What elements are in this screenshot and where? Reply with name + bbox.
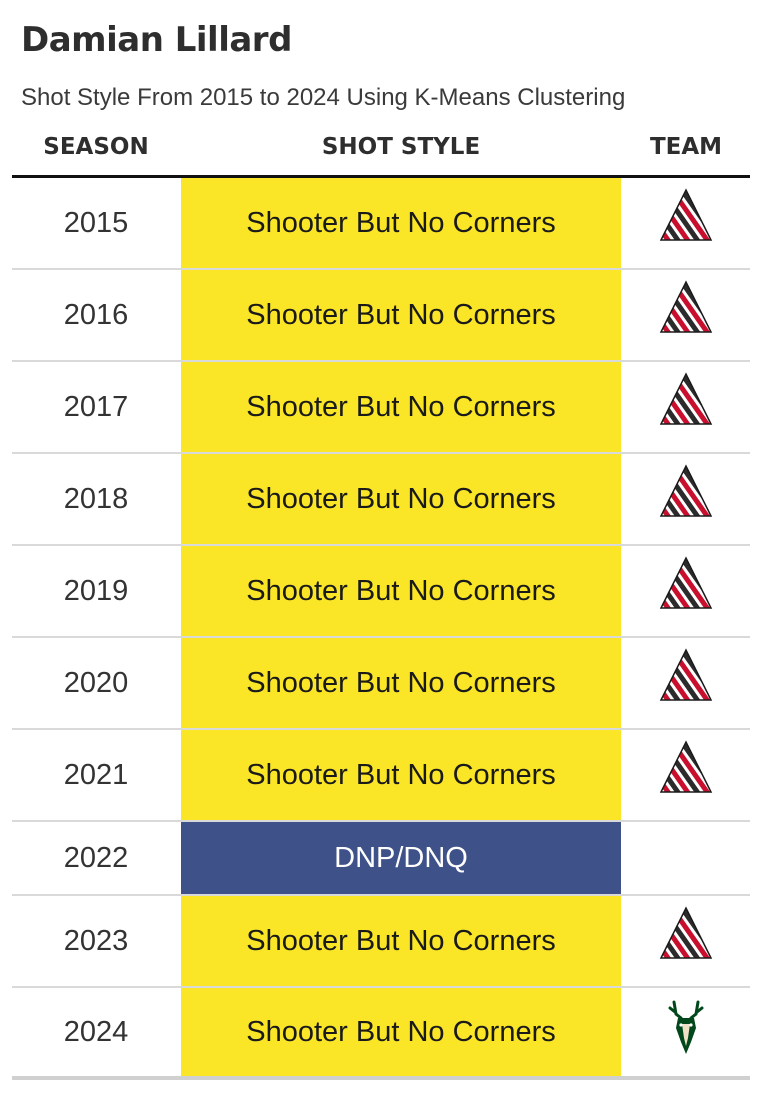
bucks-logo-icon: [668, 1000, 704, 1054]
trail-blazers-logo-icon: [659, 906, 713, 959]
page-title: Damian Lillard: [21, 20, 292, 60]
trail-blazers-logo-icon: [659, 648, 713, 701]
shot-style-cell: Shooter But No Corners: [181, 362, 621, 452]
trail-blazers-logo-icon: [659, 188, 713, 241]
trail-blazers-logo-icon: [659, 740, 713, 793]
team-cell: [622, 178, 750, 268]
shot-style-cell: Shooter But No Corners: [181, 638, 621, 728]
season-cell: 2016: [63, 298, 129, 331]
table-header: SEASON SHOT STYLE TEAM: [12, 126, 750, 178]
team-cell: [622, 270, 750, 360]
shot-style-cell: Shooter But No Corners: [181, 546, 621, 636]
table-row: 2018 Shooter But No Corners: [12, 454, 750, 546]
season-cell: 2019: [63, 574, 129, 607]
trail-blazers-logo-icon: [659, 464, 713, 517]
season-cell: 2017: [63, 390, 129, 423]
season-cell: 2020: [63, 666, 129, 699]
season-cell: 2021: [63, 758, 129, 791]
table-row: 2020 Shooter But No Corners: [12, 638, 750, 730]
season-cell: 2022: [63, 841, 129, 874]
shot-style-cell: Shooter But No Corners: [181, 730, 621, 820]
season-cell: 2015: [63, 206, 129, 239]
team-cell: [622, 362, 750, 452]
team-cell: [622, 988, 750, 1076]
column-header-season: SEASON: [43, 134, 149, 160]
season-cell: 2023: [63, 924, 129, 957]
shot-style-cell: Shooter But No Corners: [181, 178, 621, 268]
shot-style-table: SEASON SHOT STYLE TEAM 2015 Shooter But N…: [12, 126, 750, 1080]
shot-style-cell: Shooter But No Corners: [181, 454, 621, 544]
table-row: 2022 DNP/DNQ: [12, 822, 750, 896]
table-row: 2019 Shooter But No Corners: [12, 546, 750, 638]
shot-style-cell: Shooter But No Corners: [181, 896, 621, 986]
trail-blazers-logo-icon: [659, 280, 713, 333]
team-cell: [622, 730, 750, 820]
shot-style-cell-dnp: DNP/DNQ: [181, 822, 621, 894]
season-cell: 2024: [63, 1015, 129, 1048]
team-cell: [622, 822, 750, 894]
table-row: 2021 Shooter But No Corners: [12, 730, 750, 822]
table-body: 2015 Shooter But No Corners 2016 Shooter Bu…: [12, 178, 750, 1080]
table-row: 2017 Shooter But No Corners: [12, 362, 750, 454]
team-cell: [622, 896, 750, 986]
trail-blazers-logo-icon: [659, 556, 713, 609]
table-row: 2024 Shooter But No Corners: [12, 988, 750, 1080]
column-header-team: TEAM: [649, 134, 723, 160]
trail-blazers-logo-icon: [659, 372, 713, 425]
table-row: 2016 Shooter But No Corners: [12, 270, 750, 362]
table-row: 2015 Shooter But No Corners: [12, 178, 750, 270]
season-cell: 2018: [63, 482, 129, 515]
table-row: 2023 Shooter But No Corners: [12, 896, 750, 988]
team-cell: [622, 454, 750, 544]
shot-style-cell: Shooter But No Corners: [181, 270, 621, 360]
page-subtitle: Shot Style From 2015 to 2024 Using K-Mea…: [21, 84, 626, 111]
team-cell: [622, 546, 750, 636]
shot-style-cell: Shooter But No Corners: [181, 988, 621, 1076]
team-cell: [622, 638, 750, 728]
column-header-shot-style: SHOT STYLE: [321, 134, 481, 160]
